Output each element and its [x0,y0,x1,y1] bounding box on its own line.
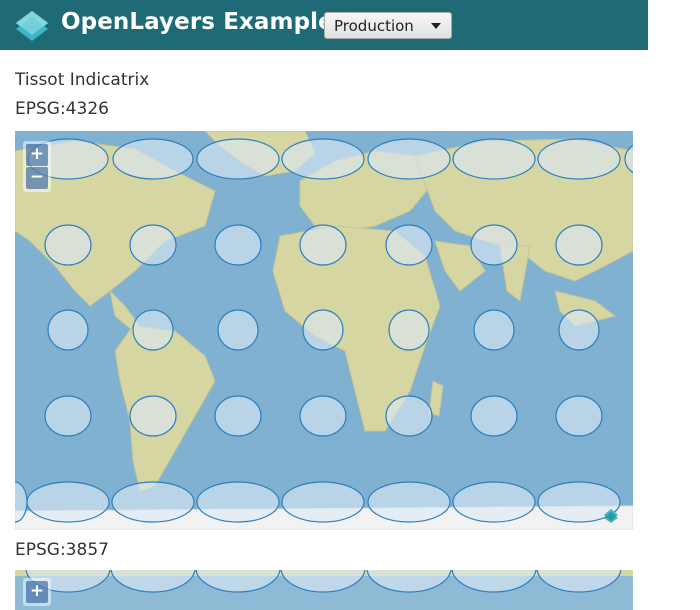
map-epsg3857[interactable]: + [15,570,633,610]
brand-title[interactable]: OpenLayers Examples [61,9,348,35]
version-select-value: Production [334,16,414,35]
page-title: Tissot Indicatrix [15,70,150,90]
zoom-control: + − [23,141,51,192]
zoom-in-button[interactable]: + [26,144,48,166]
top-navbar: OpenLayers Examples Production [0,0,648,50]
map-epsg4326[interactable]: + − [15,131,633,530]
map-heading-epsg4326: EPSG:4326 [15,99,109,119]
zoom-control-2: + [23,578,51,606]
chevron-down-icon [431,23,441,29]
version-select[interactable]: Production [324,12,452,39]
openlayers-logo-icon[interactable] [14,9,50,43]
zoom-out-button[interactable]: − [26,167,48,189]
attribution-icon[interactable] [603,508,619,524]
map-heading-epsg3857: EPSG:3857 [15,540,109,560]
